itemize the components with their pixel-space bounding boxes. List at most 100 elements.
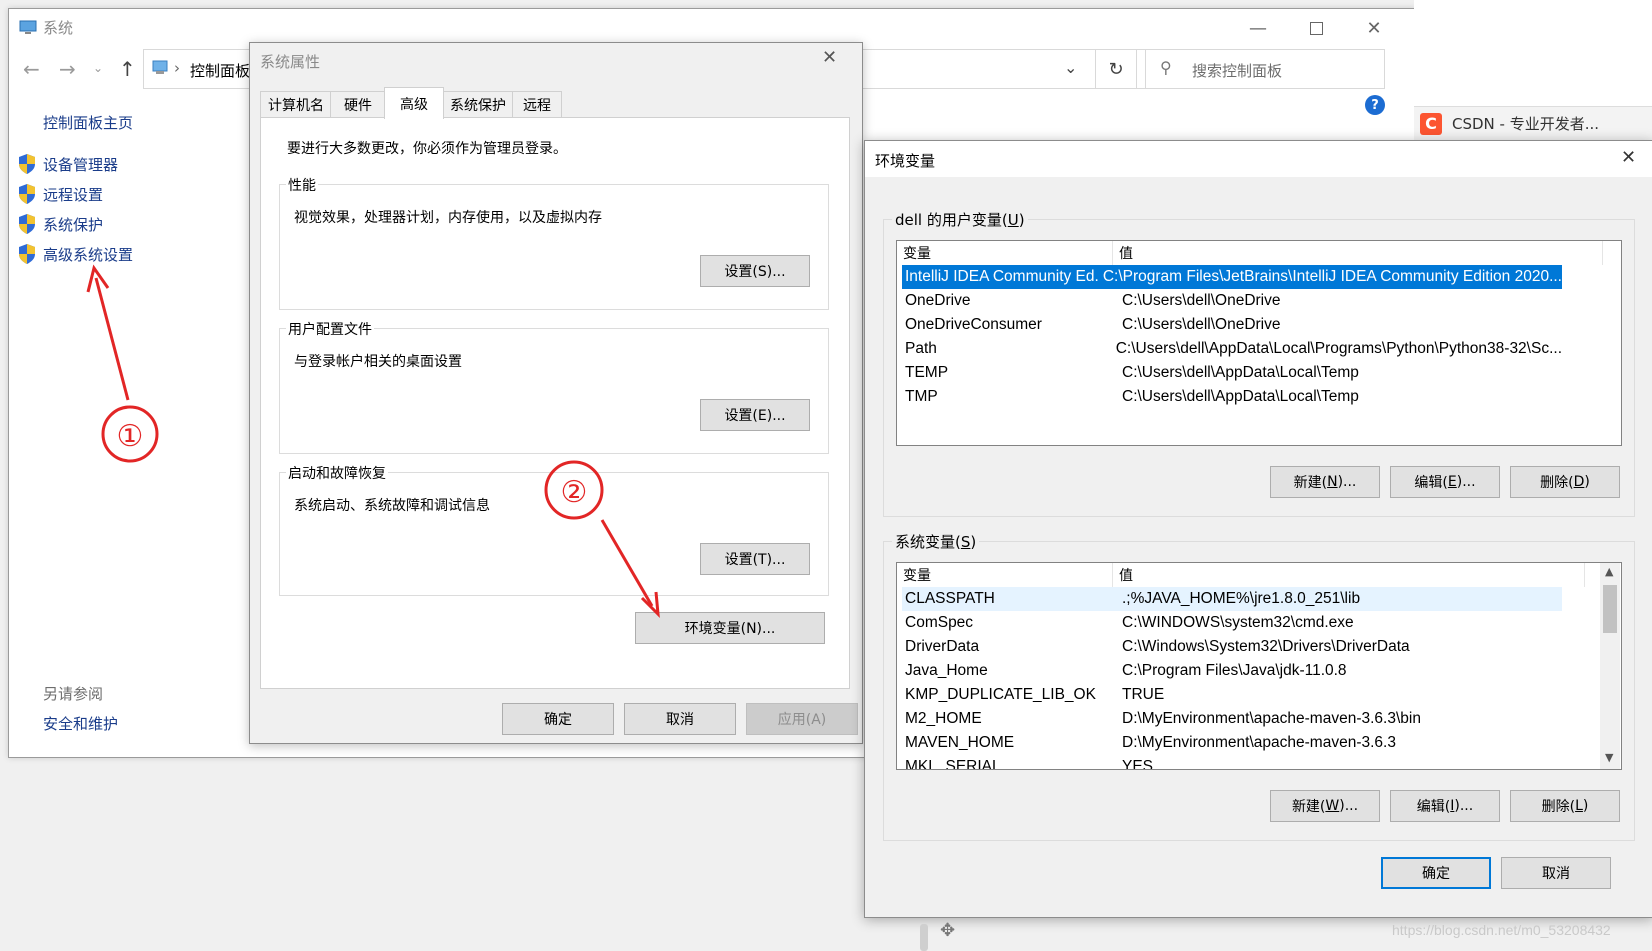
see-also-heading: 另请参阅 [43, 685, 104, 703]
variable-value: D:\MyEnvironment\apache-maven-3.6.3\bin [1122, 710, 1421, 727]
browser-tab-title: CSDN - 专业开发者... [1452, 115, 1600, 133]
search-icon: ⚲ [1160, 58, 1172, 77]
control-panel-home-link[interactable]: 控制面板主页 [43, 112, 133, 133]
csdn-logo-icon: C [1420, 112, 1442, 135]
variable-value: D:\MyEnvironment\apache-maven-3.6.3 [1122, 734, 1396, 751]
apply-button[interactable]: 应用(A) [746, 703, 858, 735]
user-new-button[interactable]: 新建(N)... [1270, 466, 1380, 498]
variable-name: M2_HOME [905, 710, 982, 727]
variable-name: Path [905, 340, 937, 357]
control-panel-home-label: 控制面板主页 [43, 114, 134, 132]
close-icon[interactable]: ✕ [1621, 147, 1636, 168]
variable-name: DriverData [905, 638, 980, 655]
table-row[interactable]: IntelliJ IDEA Community Ed... C:\Program … [902, 265, 1562, 289]
title-bar: 系统 [19, 17, 73, 38]
column-header-variable[interactable]: 变量 [897, 241, 1113, 265]
user-profiles-settings-button[interactable]: 设置(E)... [700, 399, 810, 431]
performance-settings-button[interactable]: 设置(S)... [700, 255, 810, 287]
startup-recovery-settings-button[interactable]: 设置(T)... [700, 543, 810, 575]
variable-value: TRUE [1122, 686, 1165, 703]
up-button[interactable]: ↑ [119, 57, 136, 81]
table-row[interactable]: OneDriveConsumer C:\Users\dell\OneDrive [902, 313, 1562, 337]
system-edit-button[interactable]: 编辑(I)... [1390, 790, 1500, 822]
security-maintenance-label: 安全和维护 [43, 715, 119, 733]
environment-variables-button[interactable]: 环境变量(N)... [635, 612, 825, 644]
column-header-value[interactable]: 值 [1113, 241, 1603, 265]
system-new-button[interactable]: 新建(W)... [1270, 790, 1380, 822]
cancel-button[interactable]: 取消 [624, 703, 736, 735]
env-cancel-button[interactable]: 取消 [1501, 857, 1611, 889]
tab-system-protection[interactable]: 系统保护 [442, 91, 514, 118]
shield-icon [19, 154, 35, 174]
variable-value: C:\Program Files\JetBrains\IntelliJ IDEA… [1102, 268, 1562, 285]
table-row[interactable]: OneDrive C:\Users\dell\OneDrive [902, 289, 1562, 313]
table-row[interactable]: MAVEN_HOME D:\MyEnvironment\apache-maven-… [902, 731, 1562, 755]
variable-name: Java_Home [905, 662, 988, 679]
startup-recovery-group: 启动和故障恢复 系统启动、系统故障和调试信息 设置(T)... [279, 463, 829, 596]
search-input[interactable]: ⚲ 搜索控制面板 [1145, 49, 1385, 89]
table-row[interactable]: TMP C:\Users\dell\AppData\Local\Temp [902, 385, 1562, 409]
variable-value: YES [1122, 758, 1154, 770]
refresh-button[interactable]: ↻ [1095, 49, 1137, 89]
ok-button[interactable]: 确定 [502, 703, 614, 735]
shield-icon [19, 184, 35, 204]
variable-value: C:\WINDOWS\system32\cmd.exe [1122, 614, 1354, 631]
user-profiles-label: 用户配置文件 [286, 319, 374, 339]
browser-tab-csdn[interactable]: C CSDN - 专业开发者... [1414, 106, 1652, 140]
user-variables-list[interactable]: 变量 值 IntelliJ IDEA Community Ed... C:\Pro… [896, 240, 1622, 446]
table-row[interactable]: CLASSPATH .;%JAVA_HOME%\jre1.8.0_251\lib [902, 587, 1562, 611]
user-delete-button[interactable]: 删除(D) [1510, 466, 1620, 498]
maximize-button[interactable] [1293, 11, 1339, 45]
scrollbar-thumb[interactable] [1603, 585, 1617, 633]
tab-hardware[interactable]: 硬件 [330, 91, 386, 118]
variable-value: .;%JAVA_HOME%\jre1.8.0_251\lib [1122, 590, 1361, 607]
table-row[interactable]: Path C:\Users\dell\AppData\Local\Programs… [902, 337, 1562, 361]
table-row[interactable]: TEMP C:\Users\dell\AppData\Local\Temp [902, 361, 1562, 385]
table-row[interactable]: MKL_SERIAL YES [902, 755, 1562, 770]
security-maintenance-link[interactable]: 安全和维护 [43, 713, 118, 734]
tab-advanced[interactable]: 高级 [384, 87, 444, 119]
recent-dropdown-button[interactable]: ⌄ [93, 61, 103, 75]
breadcrumb-control-panel[interactable]: 控制面板 [190, 60, 250, 81]
advanced-system-settings-label: 高级系统设置 [43, 245, 134, 264]
close-icon[interactable]: ✕ [822, 47, 837, 68]
back-button[interactable]: ← [23, 57, 40, 81]
user-edit-button[interactable]: 编辑(E)... [1390, 466, 1500, 498]
table-row[interactable]: ComSpec C:\WINDOWS\system32\cmd.exe [902, 611, 1562, 635]
advanced-tab-panel: 要进行大多数更改，你必须作为管理员登录。 性能 视觉效果，处理器计划，内存使用，… [260, 117, 850, 689]
system-variables-list[interactable]: 变量 值 CLASSPATH .;%JAVA_HOME%\jre1.8.0_251… [896, 562, 1622, 770]
performance-group: 性能 视觉效果，处理器计划，内存使用，以及虚拟内存 设置(S)... [279, 175, 829, 310]
minimize-button[interactable]: — [1235, 11, 1281, 45]
variable-name: CLASSPATH [905, 590, 995, 607]
remote-settings-link[interactable]: 远程设置 [17, 183, 103, 205]
system-properties-dialog: 系统属性 ✕ 计算机名 硬件 高级 系统保护 远程 要进行大多数更改，你必须作为… [249, 42, 863, 744]
forward-button[interactable]: → [59, 57, 76, 81]
system-delete-button[interactable]: 删除(L) [1510, 790, 1620, 822]
user-variables-group: dell 的用户变量(U) 变量 值 IntelliJ IDEA Communi… [883, 209, 1635, 517]
tab-remote[interactable]: 远程 [512, 91, 562, 118]
system-protection-link[interactable]: 系统保护 [17, 213, 103, 235]
scroll-down-icon[interactable]: ▼ [1605, 751, 1613, 764]
user-profiles-group: 用户配置文件 与登录帐户相关的桌面设置 设置(E)... [279, 319, 829, 454]
address-dropdown-icon[interactable]: ⌄ [1064, 58, 1077, 77]
variable-name: KMP_DUPLICATE_LIB_OK [905, 686, 1096, 703]
column-header-value[interactable]: 值 [1113, 563, 1585, 587]
computer-icon [19, 20, 37, 34]
scroll-up-icon[interactable]: ▲ [1605, 565, 1613, 578]
env-ok-button[interactable]: 确定 [1381, 857, 1491, 889]
device-manager-link[interactable]: 设备管理器 [17, 153, 118, 175]
close-button[interactable]: ✕ [1351, 11, 1397, 45]
remote-settings-label: 远程设置 [43, 185, 104, 204]
tab-computer-name[interactable]: 计算机名 [260, 91, 332, 118]
vertical-scrollbar[interactable]: ▲ ▼ [1600, 563, 1620, 769]
table-row[interactable]: DriverData C:\Windows\System32\Drivers\Dr… [902, 635, 1562, 659]
advanced-system-settings-link[interactable]: 高级系统设置 [17, 243, 133, 265]
help-icon[interactable]: ? [1365, 95, 1385, 115]
table-row[interactable]: KMP_DUPLICATE_LIB_OK TRUE [902, 683, 1562, 707]
variable-value: C:\Users\dell\AppData\Local\Programs\Pyt… [1115, 340, 1562, 357]
control-panel-icon [152, 60, 168, 74]
search-placeholder: 搜索控制面板 [1192, 62, 1283, 80]
column-header-variable[interactable]: 变量 [897, 563, 1113, 587]
table-row[interactable]: M2_HOME D:\MyEnvironment\apache-maven-3.6… [902, 707, 1562, 731]
table-row[interactable]: Java_Home C:\Program Files\Java\jdk-11.0.… [902, 659, 1562, 683]
